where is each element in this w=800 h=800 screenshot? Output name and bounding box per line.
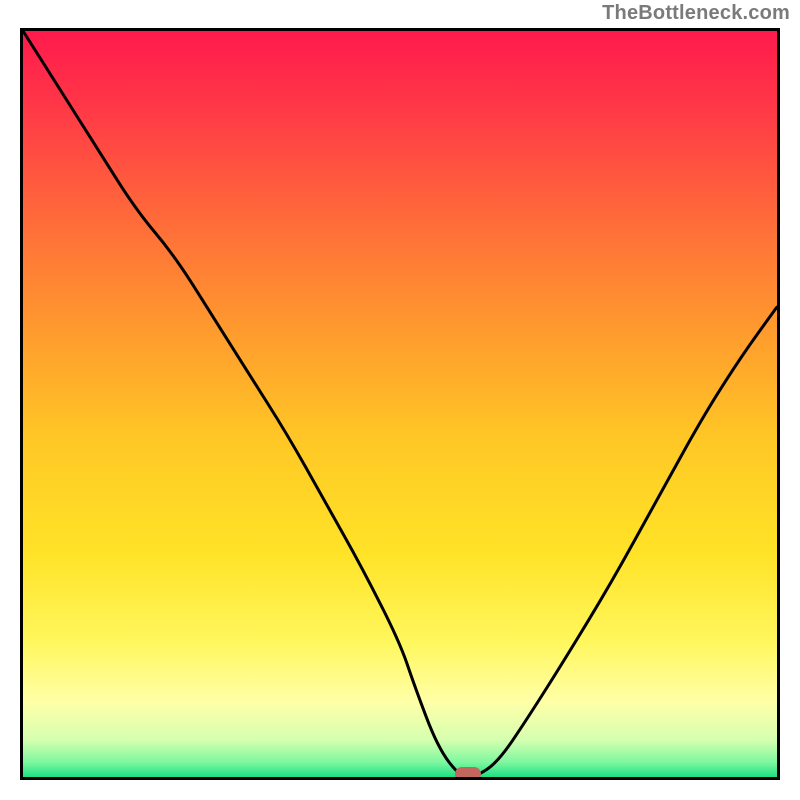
curve-layer [23, 31, 777, 777]
optimal-marker [455, 767, 481, 780]
watermark-text: TheBottleneck.com [602, 2, 790, 25]
bottleneck-curve [23, 31, 777, 777]
plot-frame [20, 28, 780, 780]
chart-container: TheBottleneck.com [0, 0, 800, 800]
